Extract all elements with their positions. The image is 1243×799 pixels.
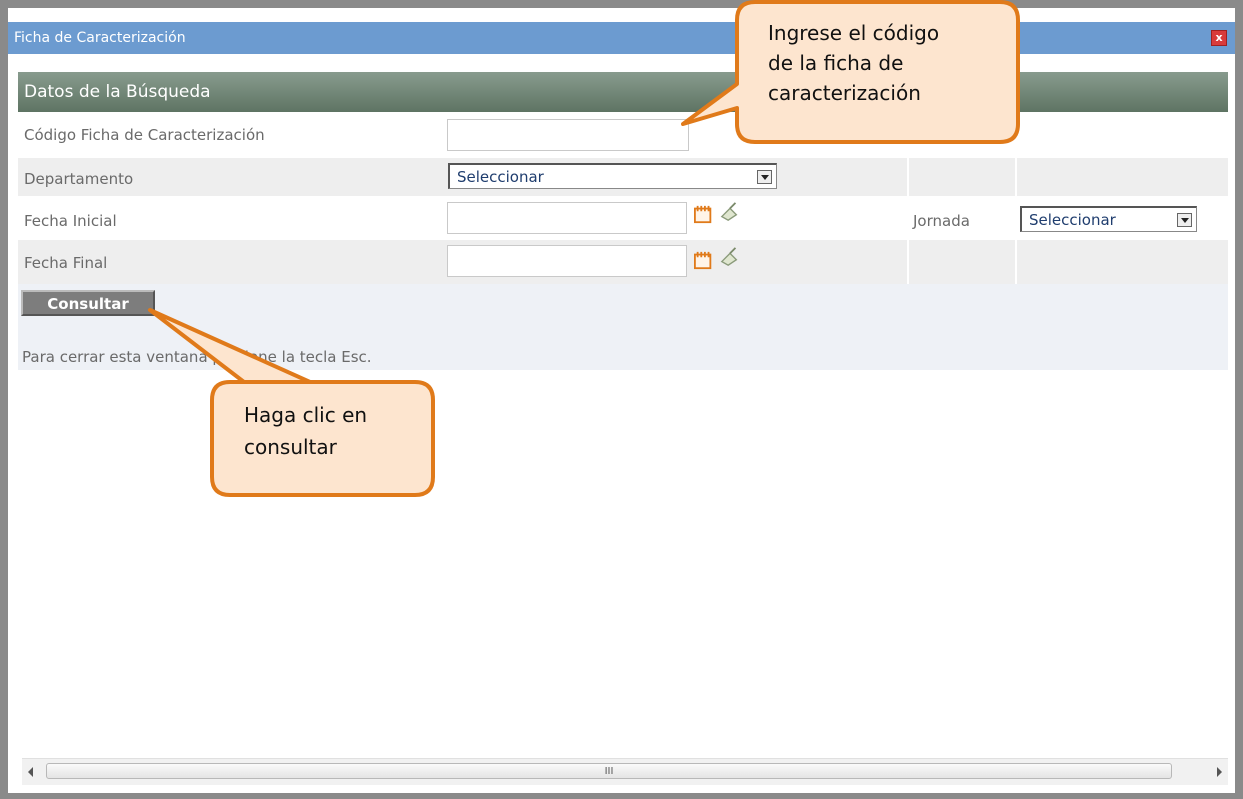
callout-top-line2: de la ficha de bbox=[768, 51, 904, 75]
callout-bottom: Haga clic en consultar bbox=[244, 399, 367, 463]
callout-top-line1: Ingrese el código bbox=[768, 21, 940, 45]
callout-top-line3: caracterización bbox=[768, 81, 921, 105]
callout-bottom-line1: Haga clic en bbox=[244, 403, 368, 427]
callout-top: Ingrese el código de la ficha de caracte… bbox=[768, 18, 939, 108]
callout-bottom-line2: consultar bbox=[244, 435, 337, 459]
callout-overlay bbox=[148, 0, 1020, 497]
